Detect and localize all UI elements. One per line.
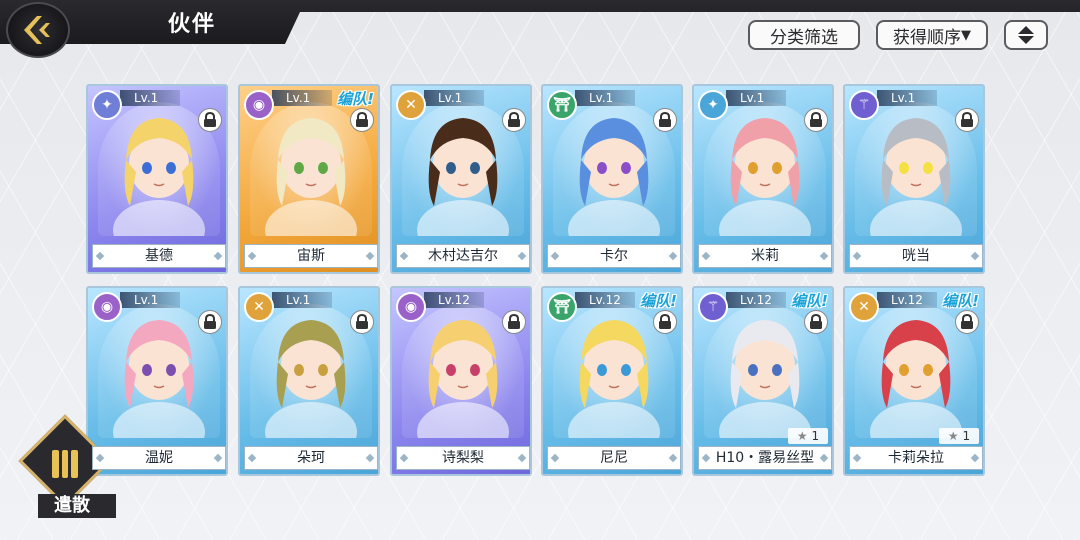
partner-card[interactable]: ✕ Lv.12 编队! ★ 1 卡莉朵拉	[843, 286, 985, 476]
star-rank: ★ 1	[788, 428, 828, 444]
sort-order-label: 获得顺序	[893, 27, 961, 48]
filter-button[interactable]: 分类筛选	[748, 20, 860, 50]
character-name: H10・露易丝型	[698, 446, 832, 470]
level-tag: Lv.12	[877, 292, 937, 308]
dismiss-label: 遣散	[38, 494, 116, 518]
compass-icon: ✦	[92, 90, 122, 120]
partner-card[interactable]: ✕ Lv.1 朵珂	[238, 286, 380, 476]
star-count: 1	[962, 429, 971, 443]
level-tag: Lv.1	[120, 292, 180, 308]
lock-icon[interactable]	[350, 108, 374, 132]
lock-icon[interactable]	[502, 310, 526, 334]
star-icon: ★	[796, 429, 808, 443]
level-tag: Lv.1	[272, 90, 332, 106]
partner-card[interactable]: ◉ Lv.1 温妮	[86, 286, 228, 476]
team-badge: 编队!	[942, 292, 979, 310]
gate-icon: ⛩	[547, 292, 577, 322]
lock-icon[interactable]	[198, 108, 222, 132]
star-icon: ★	[947, 429, 959, 443]
sort-direction-button[interactable]	[1004, 20, 1048, 50]
level-tag: Lv.1	[272, 292, 332, 308]
character-name: 诗梨梨	[396, 446, 530, 470]
lock-icon[interactable]	[955, 108, 979, 132]
team-badge: 编队!	[337, 90, 374, 108]
star-count: 1	[811, 429, 820, 443]
sort-order-button[interactable]: 获得顺序 ▼	[876, 20, 988, 50]
swords-icon: ✕	[849, 292, 879, 322]
character-name: 卡莉朵拉	[849, 446, 983, 470]
level-tag: Lv.12	[424, 292, 484, 308]
partner-card[interactable]: ✕ Lv.1 木村达吉尔	[390, 84, 532, 274]
character-name: 尼尼	[547, 446, 681, 470]
partner-card[interactable]: ✦ Lv.1 米莉	[692, 84, 834, 274]
lock-icon[interactable]	[350, 310, 374, 334]
star-rank: ★ 1	[939, 428, 979, 444]
gate-icon: ⛩	[547, 90, 577, 120]
spear-icon: ⚚	[849, 90, 879, 120]
spear-icon: ⚚	[698, 292, 728, 322]
level-tag: Lv.1	[120, 90, 180, 106]
unlock-icon[interactable]	[955, 310, 979, 334]
dismiss-icon	[52, 450, 79, 478]
character-name: 温妮	[92, 446, 226, 470]
team-badge: 编队!	[640, 292, 677, 310]
sort-direction-icon	[1018, 26, 1034, 44]
dropdown-arrow-icon: ▼	[961, 27, 971, 43]
character-name: 木村达吉尔	[396, 244, 530, 268]
level-tag: Lv.1	[575, 90, 635, 106]
level-tag: Lv.1	[877, 90, 937, 106]
lock-icon[interactable]	[653, 108, 677, 132]
page-title: 伙伴	[168, 12, 217, 37]
character-name: 基德	[92, 244, 226, 268]
level-tag: Lv.1	[726, 90, 786, 106]
partner-card[interactable]: ⛩ Lv.1 卡尔	[541, 84, 683, 274]
character-name: 朵珂	[244, 446, 378, 470]
level-tag: Lv.12	[726, 292, 786, 308]
orb-icon: ◉	[92, 292, 122, 322]
swords-icon: ✕	[396, 90, 426, 120]
partner-card[interactable]: ⚚ Lv.1 咣当	[843, 84, 985, 274]
orb-icon: ◉	[244, 90, 274, 120]
back-button[interactable]	[6, 2, 70, 58]
lock-icon[interactable]	[653, 310, 677, 334]
level-tag: Lv.12	[575, 292, 635, 308]
character-name: 咣当	[849, 244, 983, 268]
partner-card[interactable]: ◉ Lv.12 诗梨梨	[390, 286, 532, 476]
character-name: 宙斯	[244, 244, 378, 268]
orb-icon: ◉	[396, 292, 426, 322]
character-name: 卡尔	[547, 244, 681, 268]
lock-icon[interactable]	[804, 108, 828, 132]
back-arrow-icon	[24, 16, 50, 44]
compass-icon: ✦	[698, 90, 728, 120]
partner-card[interactable]: ✦ Lv.1 基德	[86, 84, 228, 274]
lock-icon[interactable]	[198, 310, 222, 334]
team-badge: 编队!	[791, 292, 828, 310]
swords-icon: ✕	[244, 292, 274, 322]
partner-card[interactable]: ◉ Lv.1 编队! 宙斯	[238, 84, 380, 274]
lock-icon[interactable]	[502, 108, 526, 132]
partner-card[interactable]: ⛩ Lv.12 编队! 尼尼	[541, 286, 683, 476]
lock-icon[interactable]	[804, 310, 828, 334]
character-name: 米莉	[698, 244, 832, 268]
partner-card[interactable]: ⚚ Lv.12 编队! ★ 1 H10・露易丝型	[692, 286, 834, 476]
level-tag: Lv.1	[424, 90, 484, 106]
